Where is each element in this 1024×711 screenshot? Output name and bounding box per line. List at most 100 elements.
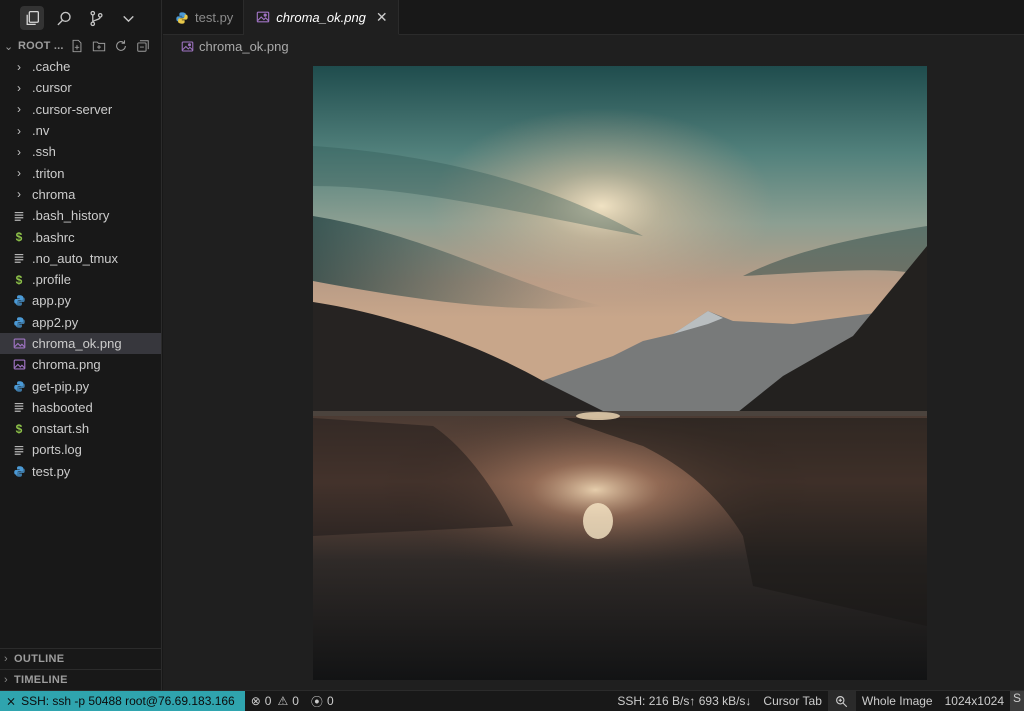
outline-section[interactable]: › OUTLINE (0, 648, 162, 669)
status-bar: ⨯ SSH: ssh -p 50488 root@76.69.183.166 ⊗… (0, 690, 1024, 711)
zoom-level-label: Whole Image (861, 694, 933, 708)
explorer-root-label: ROOT ... (18, 40, 64, 52)
image-file-icon (257, 11, 270, 23)
file-tree-label: .nv (32, 123, 50, 139)
search-icon[interactable] (52, 6, 76, 30)
folder-item-nv[interactable]: › .nv (0, 120, 161, 141)
new-file-icon[interactable] (70, 39, 84, 53)
warning-icon: ⚠ (277, 694, 289, 708)
editor-area: chroma_ok.png (163, 35, 1024, 690)
file-item-app2-py[interactable]: app2.py (0, 312, 161, 333)
file-item-get-pip-py[interactable]: get-pip.py (0, 375, 161, 396)
file-tree-label: app.py (32, 293, 72, 309)
outline-section-label: OUTLINE (13, 653, 65, 665)
shell-file-icon: $ (15, 272, 23, 287)
file-item-no-auto-tmux[interactable]: .no_auto_tmux (0, 248, 161, 269)
timeline-section-label: TIMELINE (13, 674, 68, 686)
close-icon[interactable]: ✕ (376, 9, 388, 26)
file-tree-label: test.py (32, 463, 71, 479)
breadcrumb-label: chroma_ok.png (199, 38, 289, 54)
file-tree-label: .cursor-server (32, 101, 113, 117)
file-item-hasbooted[interactable]: hasbooted (0, 397, 161, 418)
tab-test-py[interactable]: test.py (163, 0, 245, 35)
file-item-ports-log[interactable]: ports.log (0, 439, 161, 460)
refresh-icon[interactable] (114, 39, 128, 53)
chevron-down-icon[interactable] (116, 6, 140, 30)
file-tree-label: app2.py (32, 314, 79, 330)
tab-label: test.py (195, 10, 234, 25)
remote-icon: ⨯ (6, 694, 17, 708)
warning-count: 0 (292, 694, 299, 708)
ssh-speed[interactable]: SSH: 216 B/s↑ 693 kB/s↓ (611, 691, 757, 711)
ports-count: 0 (326, 694, 334, 708)
source-control-icon[interactable] (84, 6, 108, 30)
zoom-icon[interactable] (827, 690, 856, 711)
file-item-bashrc[interactable]: $ .bashrc (0, 226, 161, 247)
image-dimensions-label: 1024x1024 (944, 694, 1004, 708)
sidebar-bottom-sections: › OUTLINE › TIMELINE (0, 648, 162, 690)
chevron-right-icon: › (17, 166, 21, 181)
text-file-icon (12, 209, 26, 223)
shell-file-icon: $ (15, 421, 23, 436)
file-item-onstart-sh[interactable]: $ onstart.sh (0, 418, 161, 439)
folder-item-cursor[interactable]: › .cursor (0, 77, 161, 98)
file-tree-label: onstart.sh (32, 421, 90, 437)
chevron-right-icon: › (17, 123, 21, 138)
explorer-icon[interactable] (20, 6, 44, 30)
cursor-tab-status[interactable]: Cursor Tab (757, 691, 827, 711)
chevron-right-icon: › (17, 102, 21, 117)
image-file-icon (12, 337, 26, 351)
problems-indicator[interactable]: ⊗ 0 ⚠ 0 (245, 691, 305, 711)
folder-item-cache[interactable]: › .cache (0, 56, 161, 77)
explorer-header[interactable]: ⌄ ROOT ... (0, 36, 161, 56)
file-item-bash-history[interactable]: .bash_history (0, 205, 161, 226)
file-tree-label: get-pip.py (32, 378, 90, 394)
broadcast-icon: ⦿ (310, 694, 323, 709)
file-tree-label: ports.log (32, 442, 82, 458)
folder-item-ssh[interactable]: › .ssh (0, 141, 161, 162)
file-tree-label: .ssh (32, 144, 56, 160)
file-item-chroma-ok-png[interactable]: chroma_ok.png (0, 332, 161, 355)
image-dimensions: 1024x1024 (939, 691, 1010, 711)
text-file-icon (12, 400, 26, 414)
image-preview[interactable] (313, 66, 927, 680)
file-item-app-py[interactable]: app.py (0, 290, 161, 311)
folder-item-triton[interactable]: › .triton (0, 162, 161, 183)
chevron-right-icon: › (17, 59, 21, 74)
file-tree-label: .bash_history (32, 208, 110, 224)
status-overflow-item[interactable]: S (1010, 690, 1024, 711)
collapse-all-icon[interactable] (136, 39, 150, 53)
cursor-tab-label: Cursor Tab (763, 694, 822, 708)
remote-label: SSH: ssh -p 50488 root@76.69.183.166 (21, 694, 235, 708)
file-tree: › .cache › .cursor › .cursor-server › .nv › .ssh ›… (0, 56, 161, 482)
text-file-icon (12, 443, 26, 457)
timeline-section[interactable]: › TIMELINE (0, 669, 162, 690)
file-tree-label: .no_auto_tmux (32, 250, 119, 266)
file-item-profile[interactable]: $ .profile (0, 269, 161, 290)
ports-indicator[interactable]: ⦿ 0 (305, 691, 340, 711)
folder-item-cursor-server[interactable]: › .cursor-server (0, 99, 161, 120)
file-item-test-py[interactable]: test.py (0, 461, 161, 482)
chevron-right-icon: › (17, 144, 21, 159)
file-tree-label: .triton (32, 165, 65, 181)
file-tree-label: .cursor (32, 80, 72, 96)
activity-bar (0, 0, 161, 36)
python-file-icon (176, 11, 188, 24)
python-file-icon (12, 294, 26, 308)
folder-item-chroma[interactable]: › chroma (0, 184, 161, 205)
tab-label: chroma_ok.png (276, 9, 366, 25)
image-file-icon (12, 358, 26, 372)
file-tree-label: hasbooted (32, 399, 93, 415)
breadcrumb[interactable]: chroma_ok.png (163, 35, 1024, 57)
new-folder-icon[interactable] (92, 39, 106, 53)
tab-chroma-ok-png[interactable]: chroma_ok.png ✕ (244, 0, 399, 35)
file-tree-label: .profile (32, 272, 72, 288)
python-file-icon (12, 315, 26, 329)
shell-file-icon: $ (15, 230, 23, 245)
file-item-chroma-png[interactable]: chroma.png (0, 354, 161, 375)
remote-indicator[interactable]: ⨯ SSH: ssh -p 50488 root@76.69.183.166 (0, 690, 245, 711)
file-tree-label: .cache (32, 59, 71, 75)
ssh-speed-label: SSH: 216 B/s↑ 693 kB/s↓ (617, 694, 752, 708)
zoom-level[interactable]: Whole Image (856, 691, 939, 711)
file-tree-label: chroma (32, 186, 76, 202)
